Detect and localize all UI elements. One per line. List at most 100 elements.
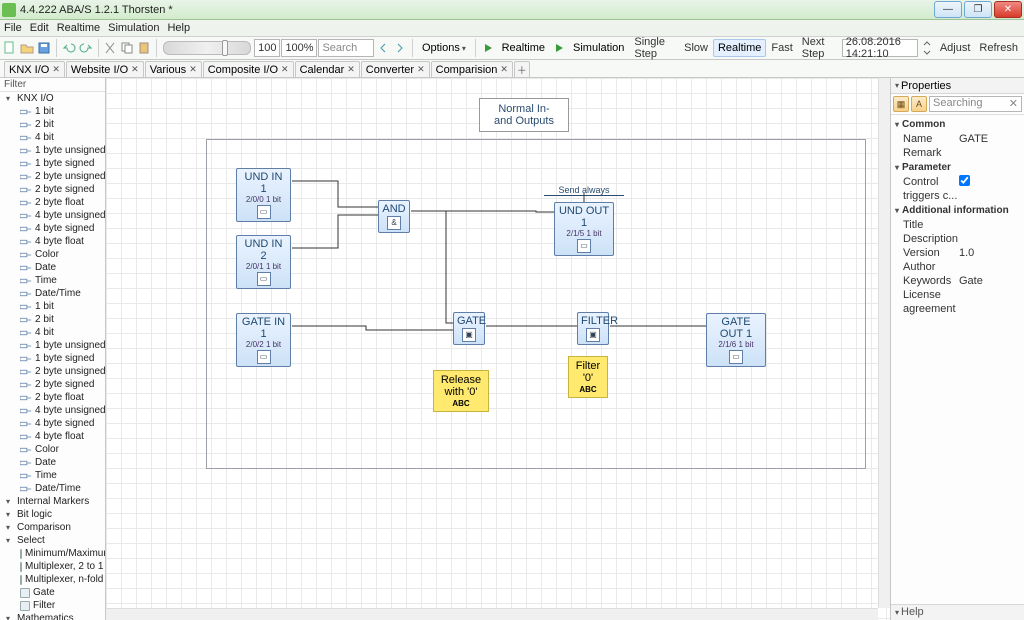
toolbar-play2-icon[interactable] bbox=[551, 39, 567, 57]
tree-item[interactable]: Date bbox=[0, 456, 105, 469]
menu-file[interactable]: File bbox=[4, 22, 22, 34]
tree-item[interactable]: 2 byte float bbox=[0, 196, 105, 209]
close-icon[interactable]: ✕ bbox=[281, 64, 289, 75]
toolbar-paste-icon[interactable] bbox=[136, 39, 152, 57]
tree-group[interactable]: Mathematics bbox=[0, 612, 105, 620]
adjust-button[interactable]: Adjust bbox=[936, 42, 975, 54]
prop-section-parameter[interactable]: Parameter bbox=[891, 160, 1024, 175]
simulation-mode-button[interactable]: Simulation bbox=[568, 39, 629, 57]
prop-section-additional[interactable]: Additional information bbox=[891, 203, 1024, 218]
tree-item[interactable]: Multiplexer, 2 to 1 bbox=[0, 560, 105, 573]
tab-knx-io[interactable]: KNX I/O✕ bbox=[4, 61, 65, 77]
realtime-speed-button[interactable]: Realtime bbox=[713, 39, 766, 57]
tree-item[interactable]: 4 byte unsigned bbox=[0, 209, 105, 222]
menu-simulation[interactable]: Simulation bbox=[108, 22, 159, 34]
tree-item[interactable]: 4 byte float bbox=[0, 430, 105, 443]
menu-realtime[interactable]: Realtime bbox=[57, 22, 100, 34]
prop-keywords-value[interactable]: Gate bbox=[959, 274, 1022, 288]
tree-item[interactable]: 4 bit bbox=[0, 131, 105, 144]
toolbar-new-icon[interactable] bbox=[2, 39, 18, 57]
diagram-canvas[interactable]: Normal In- and Outputs UND IN 12/0/0 1 b… bbox=[106, 78, 890, 620]
canvas-scrollbar-horizontal[interactable] bbox=[106, 608, 878, 620]
tree-item[interactable]: 1 byte unsigned bbox=[0, 144, 105, 157]
close-icon[interactable]: ✕ bbox=[417, 64, 425, 75]
tree-item[interactable]: 1 byte signed bbox=[0, 352, 105, 365]
prop-title-value[interactable] bbox=[959, 218, 1022, 232]
fast-label[interactable]: Fast bbox=[767, 42, 796, 54]
tree-item[interactable]: Date bbox=[0, 261, 105, 274]
tree-item[interactable]: 4 byte float bbox=[0, 235, 105, 248]
prop-control-triggers-checkbox[interactable] bbox=[959, 175, 970, 186]
clear-icon[interactable]: ✕ bbox=[1009, 97, 1018, 110]
node-gate-in-1[interactable]: GATE IN 12/0/2 1 bit ▭ bbox=[236, 313, 291, 367]
tree-item[interactable]: 2 bit bbox=[0, 118, 105, 131]
prop-name-value[interactable]: GATE bbox=[959, 132, 1022, 146]
node-and[interactable]: AND& bbox=[378, 200, 410, 233]
tree-item[interactable]: Time bbox=[0, 274, 105, 287]
tab-various[interactable]: Various✕ bbox=[145, 61, 202, 77]
node-gate-out-1[interactable]: GATE OUT 12/1/6 1 bit ▭ bbox=[706, 313, 766, 367]
tab-add-button[interactable]: ＋ bbox=[514, 61, 530, 77]
zoom-value-input[interactable]: 100 bbox=[254, 39, 281, 57]
tree-item[interactable]: Minimum/Maximum bbox=[0, 547, 105, 560]
tree-item[interactable]: 1 bit bbox=[0, 105, 105, 118]
tree-item[interactable]: Gate bbox=[0, 586, 105, 599]
timestamp-step-icon[interactable] bbox=[919, 39, 935, 57]
window-maximize-button[interactable]: ❐ bbox=[964, 1, 992, 18]
tree-group[interactable]: Select bbox=[0, 534, 105, 547]
close-icon[interactable]: ✕ bbox=[500, 64, 508, 75]
toolbar-save-icon[interactable] bbox=[36, 39, 52, 57]
prop-desc-value[interactable] bbox=[959, 232, 1022, 246]
properties-search-input[interactable]: Searching✕ bbox=[929, 96, 1022, 112]
tree-item[interactable]: 4 bit bbox=[0, 326, 105, 339]
tree-item[interactable]: Date/Time bbox=[0, 287, 105, 300]
toolbar-undo-icon[interactable] bbox=[61, 39, 77, 57]
realtime-mode-button[interactable]: Realtime bbox=[497, 39, 550, 57]
close-icon[interactable]: ✕ bbox=[189, 64, 197, 75]
tab-comparision[interactable]: Comparision✕ bbox=[431, 61, 513, 77]
prop-section-common[interactable]: Common bbox=[891, 117, 1024, 132]
menu-help[interactable]: Help bbox=[167, 22, 190, 34]
tree-group[interactable]: Comparison bbox=[0, 521, 105, 534]
tree-item[interactable]: 1 byte signed bbox=[0, 157, 105, 170]
tab-composite-io[interactable]: Composite I/O✕ bbox=[203, 61, 294, 77]
canvas-scrollbar-vertical[interactable] bbox=[878, 78, 890, 608]
tab-website-io[interactable]: Website I/O✕ bbox=[66, 61, 144, 77]
next-step-label[interactable]: Next Step bbox=[798, 36, 841, 60]
tree-item[interactable]: Filter bbox=[0, 599, 105, 612]
note-filter0[interactable]: Filter '0'ABC bbox=[568, 356, 608, 398]
options-button[interactable]: Options▾ bbox=[417, 39, 471, 57]
tree-item[interactable]: 4 byte unsigned bbox=[0, 404, 105, 417]
toolbar-cut-icon[interactable] bbox=[102, 39, 118, 57]
tab-converter[interactable]: Converter✕ bbox=[361, 61, 430, 77]
tree-item[interactable]: 2 byte unsigned bbox=[0, 365, 105, 378]
tree-item[interactable]: 1 byte unsigned bbox=[0, 339, 105, 352]
tree-item[interactable]: 2 byte unsigned bbox=[0, 170, 105, 183]
node-gate[interactable]: GATE▣ bbox=[453, 312, 485, 345]
tree-item[interactable]: Date/Time bbox=[0, 482, 105, 495]
prop-author-value[interactable] bbox=[959, 260, 1022, 274]
menu-edit[interactable]: Edit bbox=[30, 22, 49, 34]
tree-group[interactable]: Internal Markers bbox=[0, 495, 105, 508]
toolbar-search-next-icon[interactable] bbox=[392, 39, 408, 57]
zoom-slider[interactable] bbox=[163, 41, 250, 55]
prop-remark-value[interactable] bbox=[959, 146, 1022, 160]
tree-item[interactable]: 2 byte signed bbox=[0, 378, 105, 391]
timestamp-field[interactable]: 26.08.2016 14:21:10 bbox=[842, 39, 918, 57]
tree-item[interactable]: Multiplexer, n-fold bbox=[0, 573, 105, 586]
tree-item[interactable]: 2 byte float bbox=[0, 391, 105, 404]
close-icon[interactable]: ✕ bbox=[52, 64, 60, 75]
prop-version-value[interactable]: 1.0 bbox=[959, 246, 1022, 260]
close-icon[interactable]: ✕ bbox=[347, 64, 355, 75]
toolbar-copy-icon[interactable] bbox=[119, 39, 135, 57]
toolbar-play-icon[interactable] bbox=[480, 39, 496, 57]
tree-group[interactable]: KNX I/O bbox=[0, 92, 105, 105]
toolbar-search-prev-icon[interactable] bbox=[375, 39, 391, 57]
node-und-out-1[interactable]: UND OUT 12/1/5 1 bit ▭ bbox=[554, 202, 614, 256]
toolbox-tree[interactable]: KNX I/O1 bit2 bit4 bit1 byte unsigned1 b… bbox=[0, 92, 105, 620]
tree-item[interactable]: Time bbox=[0, 469, 105, 482]
tree-item[interactable]: 2 byte signed bbox=[0, 183, 105, 196]
single-step-label[interactable]: Single Step bbox=[630, 36, 679, 60]
prop-sort-az-icon[interactable]: A bbox=[911, 96, 927, 112]
slow-label[interactable]: Slow bbox=[680, 42, 712, 54]
